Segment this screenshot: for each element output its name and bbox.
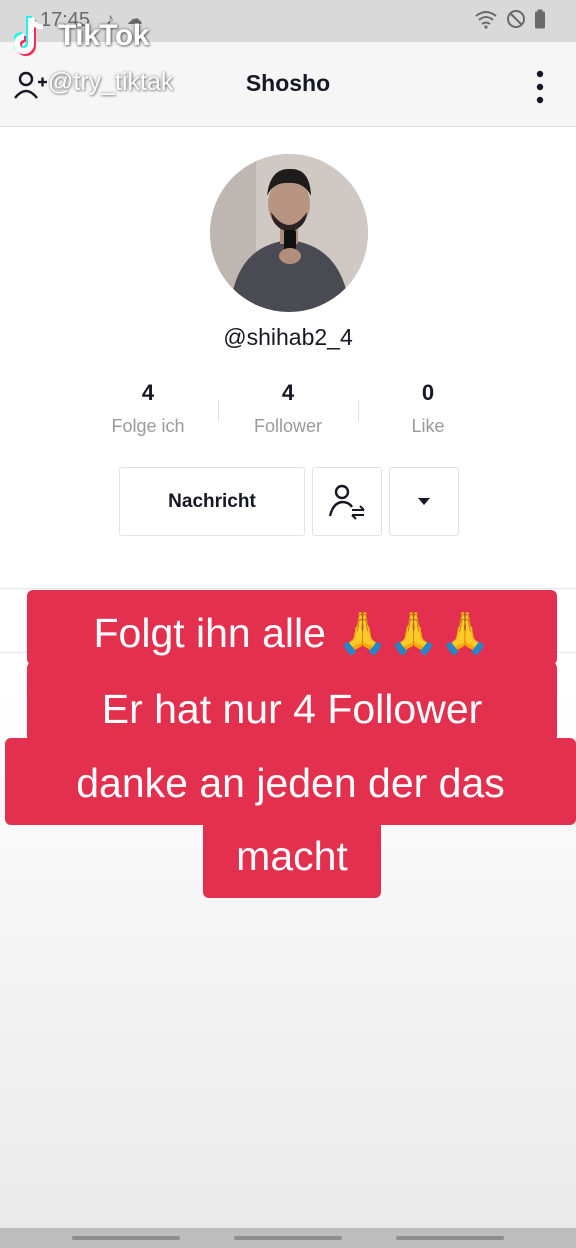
battery-icon xyxy=(535,9,545,29)
stat-following-value: 4 xyxy=(141,380,155,405)
caption-line-1: Folgt ihn alle 🙏🙏🙏 xyxy=(27,590,557,665)
stat-following[interactable]: 4 Folge ich xyxy=(78,380,218,437)
profile-avatar[interactable] xyxy=(210,154,368,312)
stat-followers-value: 4 xyxy=(281,380,295,405)
user-following-icon xyxy=(328,484,365,520)
tiktok-logo-icon xyxy=(14,16,44,56)
watermark-handle: @try_tiktak xyxy=(48,68,174,96)
more-suggestions-button[interactable] xyxy=(389,467,459,536)
system-icons xyxy=(474,9,546,29)
nav-home[interactable] xyxy=(234,1236,342,1240)
section-divider xyxy=(0,588,576,589)
stat-followers[interactable]: 4 Follower xyxy=(218,380,358,437)
caption-line-4: macht xyxy=(203,821,381,898)
profile-username: @shihab2_4 xyxy=(223,324,353,350)
stat-likes-value: 0 xyxy=(421,380,435,405)
message-button[interactable]: Nachricht xyxy=(119,467,305,536)
caption-line-3: danke an jeden der das xyxy=(5,738,576,825)
do-not-disturb-icon xyxy=(507,10,525,28)
nav-recent-apps[interactable] xyxy=(72,1236,180,1240)
system-navigation-bar xyxy=(0,1228,576,1248)
wifi-icon xyxy=(475,11,497,29)
nav-back[interactable] xyxy=(396,1236,504,1240)
stat-followers-label: Follower xyxy=(253,416,323,436)
watermark-brand: TikTok xyxy=(14,14,149,58)
caret-down-icon xyxy=(418,497,430,505)
stat-following-label: Folge ich xyxy=(111,416,185,436)
stat-likes[interactable]: 0 Like xyxy=(358,380,498,437)
stat-likes-label: Like xyxy=(411,416,445,436)
caption-line-2: Er hat nur 4 Follower xyxy=(27,662,557,742)
follow-status-button[interactable] xyxy=(312,467,382,536)
avatar-photo xyxy=(210,154,368,312)
watermark-brand-name: TikTok xyxy=(58,19,149,52)
more-options-icon[interactable] xyxy=(530,70,550,104)
